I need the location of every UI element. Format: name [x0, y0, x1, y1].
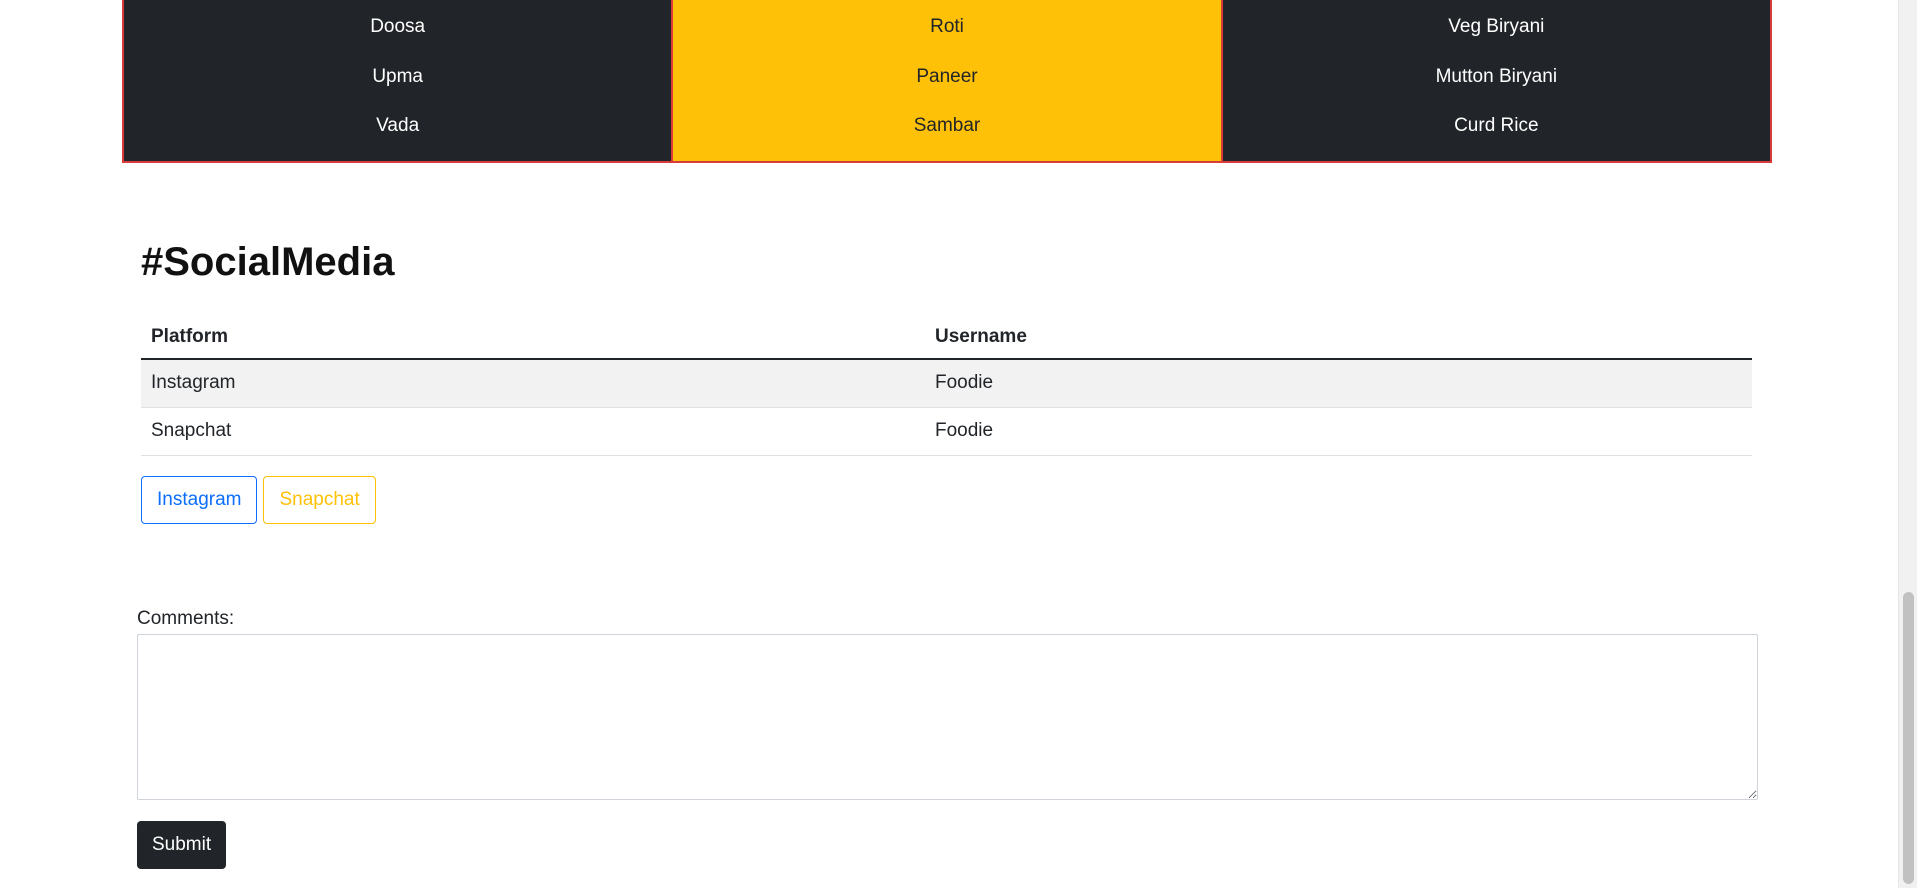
table-row: Instagram Foodie	[141, 359, 1752, 408]
table-row: Snapchat Foodie	[141, 407, 1752, 456]
menu-item: Vada	[376, 115, 420, 137]
platform-cell: Snapchat	[141, 407, 925, 456]
comments-label: Comments:	[137, 608, 235, 629]
menu-item: Mutton Biryani	[1435, 65, 1558, 87]
menu-item: Doosa	[370, 16, 426, 37]
snapchat-button[interactable]: Snapchat	[263, 476, 376, 524]
username-cell: Foodie	[925, 359, 1752, 408]
table-header-row: Platform Username	[141, 315, 1752, 360]
scrollbar[interactable]	[1898, 0, 1917, 888]
menu-column-2: Roti Paneer Sambar	[671, 0, 1223, 161]
menu-item: Sambar	[913, 115, 981, 137]
social-media-heading: #SocialMedia	[141, 240, 395, 284]
column-header-platform: Platform	[141, 315, 925, 360]
column-header-username: Username	[925, 315, 1752, 360]
social-media-table: Platform Username Instagram Foodie Snapc…	[141, 315, 1752, 456]
username-cell: Foodie	[925, 407, 1752, 456]
submit-button[interactable]: Submit	[137, 821, 227, 869]
menu-item: Upma	[372, 65, 423, 87]
menu-item: Veg Biryani	[1448, 16, 1545, 37]
instagram-button[interactable]: Instagram	[141, 476, 258, 524]
menu-table: Doosa Upma Vada Roti Paneer Sambar Veg B…	[122, 0, 1772, 163]
menu-item: Curd Rice	[1454, 115, 1539, 137]
social-buttons: Instagram Snapchat	[141, 476, 376, 524]
menu-column-3: Veg Biryani Mutton Biryani Curd Rice	[1222, 0, 1770, 161]
menu-item: Roti	[930, 16, 964, 37]
platform-cell: Instagram	[141, 359, 925, 408]
comments-textarea[interactable]	[137, 634, 1758, 800]
menu-item: Paneer	[916, 65, 978, 87]
menu-column-1: Doosa Upma Vada	[124, 0, 672, 161]
scrollbar-thumb[interactable]	[1903, 592, 1914, 884]
